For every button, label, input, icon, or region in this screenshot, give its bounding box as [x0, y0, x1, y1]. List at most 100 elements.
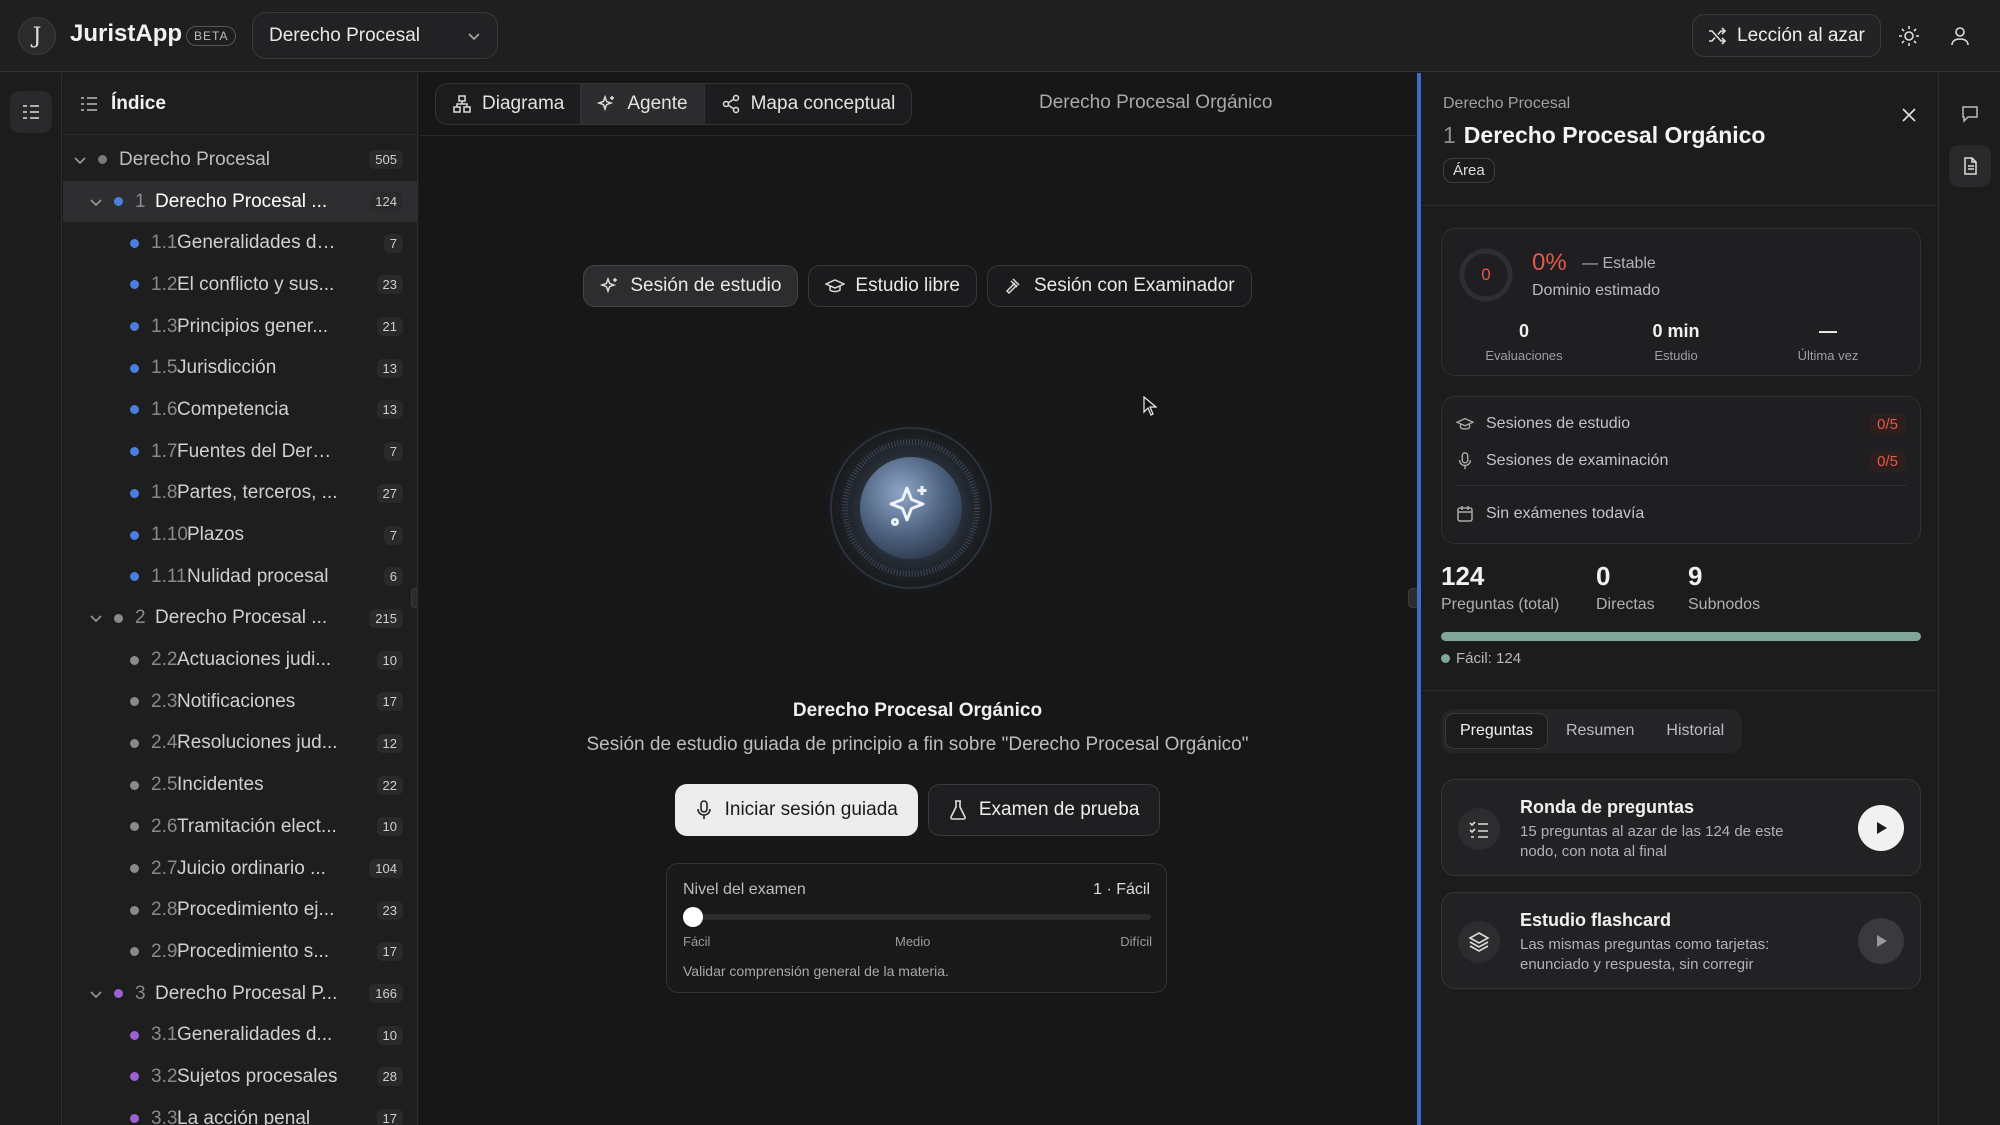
tree-item-2-5[interactable]: 2.5 Incidentes 22 — [63, 764, 417, 806]
node-label: Incidentes — [177, 774, 264, 796]
node-count-badge: 10 — [376, 817, 403, 837]
index-header: Índice — [63, 73, 417, 135]
resize-handle[interactable] — [411, 588, 417, 608]
tree-item-2-7[interactable]: 2.7 Juicio ordinario ... 104 — [63, 848, 417, 890]
tab-label: Mapa conceptual — [750, 93, 896, 114]
node-count-badge: 17 — [376, 1109, 403, 1125]
count-label: Directas — [1596, 596, 1655, 613]
random-lesson-button[interactable]: Lección al azar — [1692, 14, 1881, 57]
chevron-down-icon[interactable] — [89, 611, 103, 625]
mode-study-session[interactable]: Sesión de estudio — [583, 265, 799, 307]
close-icon[interactable] — [1900, 106, 1918, 124]
node-dot — [130, 488, 139, 498]
node-number: 2.8 — [151, 899, 178, 921]
tree-item-3-1[interactable]: 3.1 Generalidades d... 10 — [63, 1014, 417, 1056]
node-count-badge: 17 — [376, 942, 403, 962]
mode-label: Sesión de estudio — [630, 275, 782, 296]
detail-title-text: Derecho Procesal Orgánico — [1463, 122, 1766, 148]
microphone-icon — [696, 800, 711, 819]
tree-item-2-6[interactable]: 2.6 Tramitación elect... 10 — [63, 806, 417, 848]
chevron-down-icon[interactable] — [73, 153, 87, 167]
mode-examiner-session[interactable]: Sesión con Examinador — [986, 265, 1252, 307]
count-value: 0 — [1596, 561, 1611, 591]
chevron-down-icon[interactable] — [89, 195, 103, 209]
mastery-ring: 0 — [1458, 247, 1514, 303]
tree-item-2-8[interactable]: 2.8 Procedimiento ej... 23 — [63, 889, 417, 931]
question-round-card[interactable]: Ronda de preguntas 15 preguntas al azar … — [1441, 779, 1921, 876]
message-icon — [1962, 106, 1978, 123]
agent-orb[interactable] — [811, 408, 1011, 608]
stat-study-time: 0 min Estudio — [1600, 321, 1752, 363]
no-exams-label: Sin exámenes todavía — [1486, 505, 1645, 522]
toggle-index-button[interactable] — [10, 91, 52, 133]
flashcard-study-card[interactable]: Estudio flashcard Las mismas preguntas c… — [1441, 892, 1921, 989]
mode-free-study[interactable]: Estudio libre — [808, 265, 977, 307]
tab-mapa-conceptual[interactable]: Mapa conceptual — [705, 84, 912, 124]
mastery-ring-value: 0 — [1481, 265, 1491, 284]
row-label: Sesiones de estudio — [1486, 415, 1631, 432]
tab-resumen[interactable]: Resumen — [1552, 713, 1648, 749]
agent-view: Diagrama Agente Mapa conceptual Derecho … — [419, 73, 1420, 1125]
tab-historial[interactable]: Historial — [1652, 713, 1738, 749]
tab-agente[interactable]: Agente — [581, 84, 705, 124]
tree-item-2-2[interactable]: 2.2 Actuaciones judi... 10 — [63, 639, 417, 681]
tree-item-1-8[interactable]: 1.8 Partes, terceros, ... 27 — [63, 473, 417, 515]
stat-label: Evaluaciones — [1485, 348, 1563, 363]
app-logo[interactable]: J — [18, 17, 56, 55]
index-title: Índice — [111, 92, 166, 114]
breadcrumb[interactable]: Derecho Procesal — [1443, 95, 1570, 113]
tree-item-1-10[interactable]: 1.10 Plazos 7 — [63, 514, 417, 556]
shuffle-icon — [1709, 26, 1727, 45]
slider-thumb[interactable] — [683, 907, 703, 927]
tab-diagrama[interactable]: Diagrama — [436, 84, 582, 124]
tree-item-2-4[interactable]: 2.4 Resoluciones jud... 12 — [63, 723, 417, 765]
node-dot — [130, 1072, 139, 1082]
layers-icon — [1458, 921, 1500, 963]
node-dot — [130, 572, 139, 582]
tree-item-2-3[interactable]: 2.3 Notificaciones 17 — [63, 681, 417, 723]
node-dot — [130, 322, 139, 332]
play-button[interactable] — [1858, 805, 1904, 851]
tree-item-1-3[interactable]: 1.3 Principios gener... 21 — [63, 306, 417, 348]
tab-preguntas[interactable]: Preguntas — [1445, 713, 1548, 749]
user-icon[interactable] — [1948, 24, 1972, 48]
practice-exam-button[interactable]: Examen de prueba — [927, 784, 1161, 836]
node-count-badge: 28 — [376, 1067, 403, 1087]
tree-item-1-2[interactable]: 1.2 El conflicto y sus... 23 — [63, 264, 417, 306]
exam-sessions-row: Sesiones de examinación 0/5 — [1456, 448, 1906, 474]
node-number: 1 — [135, 190, 146, 212]
node-label: Plazos — [187, 524, 245, 546]
tree-item-1-6[interactable]: 1.6 Competencia 13 — [63, 389, 417, 431]
chevron-down-icon[interactable] — [89, 987, 103, 1001]
node-count-badge: 22 — [376, 775, 403, 795]
tree-section-2[interactable]: 2 Derecho Procesal ... 215 — [63, 598, 417, 640]
tree-item-1-11[interactable]: 1.11 Nulidad procesal 6 — [63, 556, 417, 598]
chevron-down-icon — [468, 33, 480, 41]
tree-item-3-2[interactable]: 3.2 Sujetos procesales 28 — [63, 1056, 417, 1098]
node-dot — [130, 655, 139, 665]
node-label: Partes, terceros, ... — [177, 482, 338, 504]
tree-section-1[interactable]: 1 Derecho Procesal ... 124 — [63, 180, 417, 223]
tree-item-1-1[interactable]: 1.1 Generalidades del... 7 — [63, 222, 417, 264]
tree-item-3-3[interactable]: 3.3 La acción penal 17 — [63, 1098, 417, 1125]
node-label: Resoluciones jud... — [177, 732, 338, 754]
study-sessions-row: Sesiones de estudio 0/5 — [1456, 411, 1906, 437]
node-number: 2 — [135, 607, 146, 629]
tree-item-1-7[interactable]: 1.7 Fuentes del Derec... 7 — [63, 431, 417, 473]
node-count-badge: 215 — [369, 608, 403, 628]
tree-item-2-9[interactable]: 2.9 Procedimiento s... 17 — [63, 931, 417, 973]
tree-item-1-5[interactable]: 1.5 Jurisdicción 13 — [63, 347, 417, 389]
start-guided-session-button[interactable]: Iniciar sesión guiada — [674, 784, 918, 836]
exam-level-slider[interactable] — [683, 907, 1151, 927]
tree-root[interactable]: Derecho Procesal 505 — [63, 139, 417, 181]
beta-badge: BETA — [186, 26, 237, 46]
practice-exam-label: Examen de prueba — [978, 799, 1140, 820]
subject-select[interactable]: Derecho Procesal — [252, 12, 498, 59]
chat-button[interactable] — [1949, 93, 1991, 135]
document-button[interactable] — [1949, 145, 1991, 187]
sun-icon[interactable] — [1897, 24, 1921, 48]
play-button[interactable] — [1858, 918, 1904, 964]
right-rail — [1938, 73, 2000, 1125]
tree-section-3[interactable]: 3 Derecho Procesal P... 166 — [63, 973, 417, 1015]
node-number: 1.3 — [151, 315, 178, 337]
